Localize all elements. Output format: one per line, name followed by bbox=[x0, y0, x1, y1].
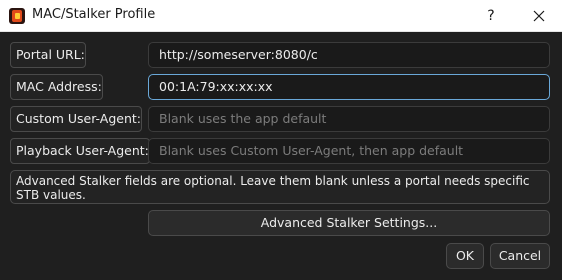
mac-address-label: MAC Address: bbox=[10, 74, 103, 100]
window-title: MAC/Stalker Profile bbox=[32, 7, 156, 22]
title-bar: MAC/Stalker Profile ? bbox=[0, 0, 562, 32]
close-button[interactable] bbox=[516, 0, 562, 31]
help-button[interactable]: ? bbox=[468, 0, 514, 31]
portal-url-input[interactable]: http://someserver:8080/c bbox=[148, 42, 550, 68]
ok-button[interactable]: OK bbox=[446, 243, 484, 269]
portal-url-label: Portal URL: bbox=[10, 42, 86, 68]
info-note: Advanced Stalker fields are optional. Le… bbox=[10, 170, 550, 204]
playback-user-agent-input[interactable]: Blank uses Custom User-Agent, then app d… bbox=[148, 138, 550, 164]
advanced-settings-button[interactable]: Advanced Stalker Settings... bbox=[148, 210, 550, 236]
mac-address-input[interactable]: 00:1A:79:xx:xx:xx bbox=[148, 74, 550, 100]
cancel-button[interactable]: Cancel bbox=[490, 243, 550, 269]
close-icon bbox=[533, 10, 545, 21]
custom-user-agent-label: Custom User-Agent: bbox=[10, 106, 142, 132]
custom-user-agent-input[interactable]: Blank uses the app default bbox=[148, 106, 550, 132]
app-logo-icon bbox=[9, 8, 25, 24]
dialog-body: Portal URL: http://someserver:8080/c MAC… bbox=[0, 32, 562, 280]
profile-dialog: MAC/Stalker Profile ? Portal URL: http:/… bbox=[0, 0, 562, 280]
playback-user-agent-label: Playback User-Agent: bbox=[10, 138, 150, 164]
help-icon: ? bbox=[487, 7, 495, 24]
